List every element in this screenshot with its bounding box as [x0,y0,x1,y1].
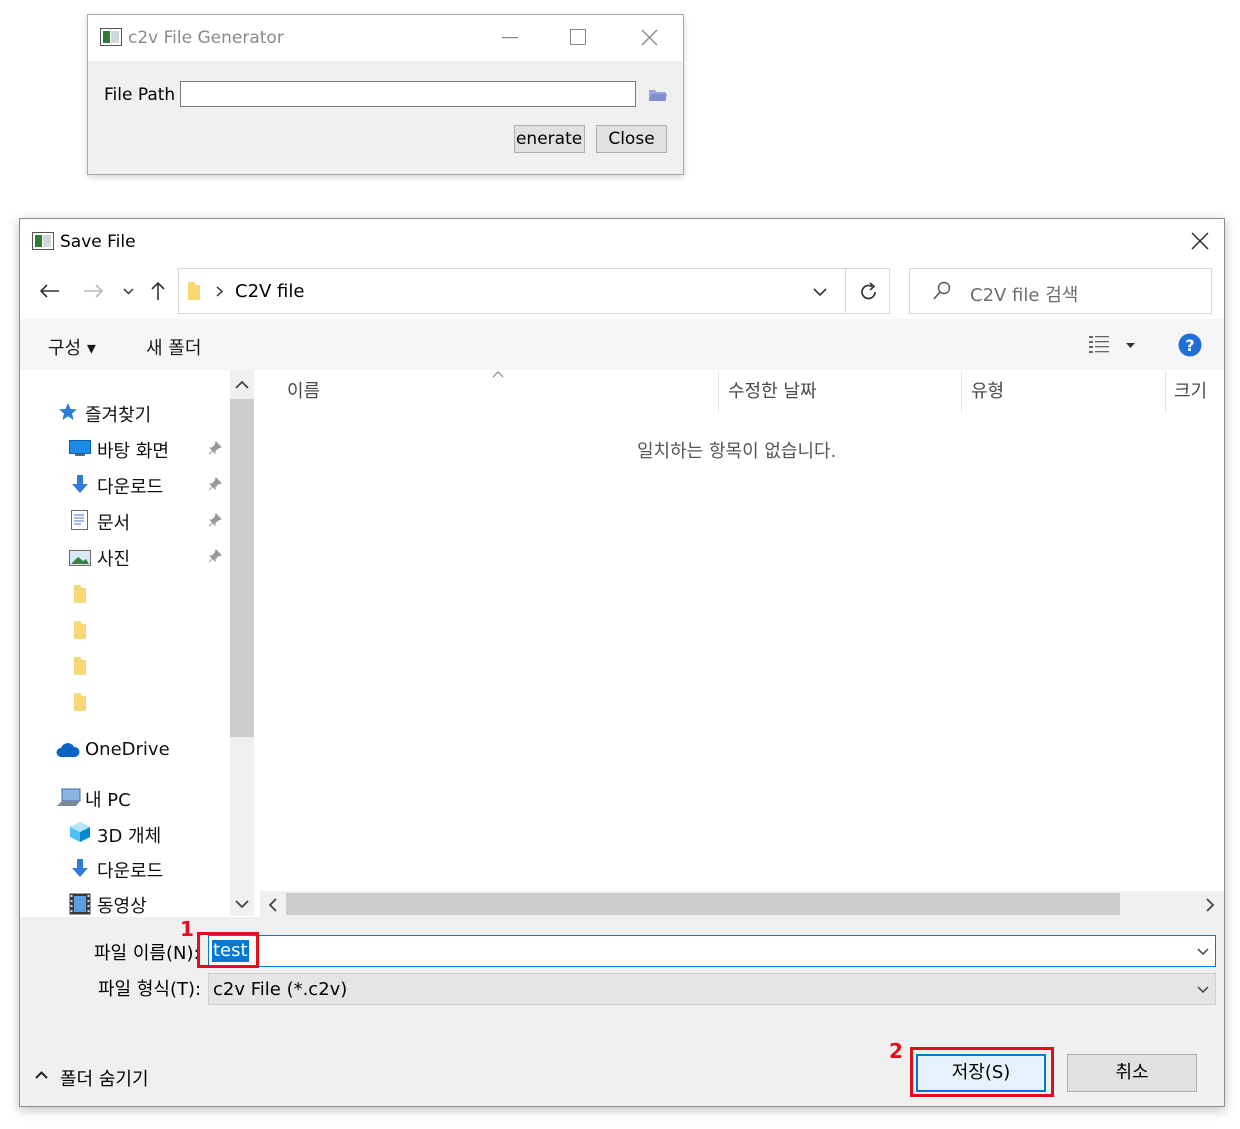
scroll-down-icon[interactable] [235,900,249,909]
pin-icon[interactable] [208,549,222,563]
svg-text:?: ? [1185,336,1194,355]
close-icon[interactable] [641,29,658,46]
desktop-icon [69,440,91,456]
folder-open-icon[interactable] [648,87,668,103]
dialog-title: Save File [60,232,136,252]
forward-arrow-icon[interactable] [83,283,105,299]
minimize-icon[interactable] [502,37,518,39]
onedrive-cloud-icon [56,742,80,758]
file-name-input[interactable]: test [208,935,1216,967]
nav-item-3d-objects[interactable]: 3D 개체 [97,822,161,848]
download-arrow-icon [71,474,89,494]
nav-this-pc[interactable]: 내 PC [85,786,131,812]
generator-titlebar: c2v File Generator [88,15,683,61]
computer-icon [56,788,82,808]
pin-icon[interactable] [208,477,222,491]
breadcrumb-chevron-icon [216,286,223,297]
nav-onedrive[interactable]: OneDrive [85,739,170,760]
star-icon [58,402,78,421]
folder-icon[interactable] [73,656,87,676]
maximize-icon[interactable] [570,29,586,45]
hscrollbar-thumb[interactable] [286,893,1120,915]
back-arrow-icon[interactable] [38,283,60,299]
file-name-dropdown-icon[interactable] [1197,948,1209,955]
folder-icon[interactable] [73,620,87,640]
window-title: c2v File Generator [128,28,284,48]
hide-folders-button[interactable]: 폴더 숨기기 [60,1065,149,1091]
annotation-box-filename [197,932,259,968]
annotation-number-2: 2 [889,1039,903,1063]
breadcrumb[interactable]: C2V file [235,281,304,302]
search-icon [932,281,952,301]
nav-item-documents[interactable]: 문서 [97,509,130,535]
nav-item-downloads-pc[interactable]: 다운로드 [97,857,163,883]
file-type-select[interactable]: c2v File (*.c2v) [208,973,1216,1005]
documents-icon [71,510,88,530]
pin-icon[interactable] [208,441,222,455]
sort-up-icon [492,371,504,378]
address-dropdown-icon[interactable] [813,288,827,297]
nav-item-pictures[interactable]: 사진 [97,545,130,571]
pictures-icon [69,550,91,566]
help-icon[interactable]: ? [1178,333,1202,357]
dialog-app-icon [32,232,54,250]
column-date-modified[interactable]: 수정한 날짜 [728,371,817,413]
search-box[interactable]: C2V file 검색 [909,268,1212,314]
column-type[interactable]: 유형 [971,371,1004,413]
dialog-close-icon[interactable] [1191,232,1209,250]
refresh-button[interactable] [846,268,890,314]
file-path-label: File Path [104,85,176,105]
annotation-number-1: 1 [180,917,194,941]
file-path-input[interactable] [180,81,636,107]
column-name[interactable]: 이름 [287,371,320,413]
pin-icon[interactable] [208,513,222,527]
nav-item-desktop[interactable]: 바탕 화면 [97,437,169,463]
file-type-label: 파일 형식(T): [98,979,202,1000]
view-options-icon[interactable] [1089,335,1111,353]
scroll-up-icon[interactable] [235,380,249,389]
view-dropdown-icon[interactable] [1126,343,1135,348]
generate-button[interactable]: Generate [514,125,585,153]
column-size[interactable]: 크기 [1174,371,1207,413]
close-button[interactable]: Close [596,125,667,153]
file-type-value: c2v File (*.c2v) [213,979,348,1000]
refresh-icon [860,282,878,302]
download-arrow-icon [71,858,89,878]
folder-icon [187,281,201,301]
scroll-left-icon[interactable] [268,898,277,912]
nav-item-downloads[interactable]: 다운로드 [97,473,163,499]
up-arrow-icon[interactable] [150,281,166,301]
scroll-right-icon[interactable] [1206,898,1215,912]
command-bar: 구성 ▾ 새 폴더 ? [20,319,1224,370]
navigation-pane: 즐겨찾기 바탕 화면 다운로드 문서 사진 OneDrive 내 PC 3D 개… [20,370,256,918]
nav-item-videos[interactable]: 동영상 [97,892,147,918]
hide-folders-chevron-icon[interactable] [35,1071,48,1079]
column-divider[interactable] [1165,371,1166,413]
file-type-dropdown-icon[interactable] [1197,986,1209,993]
save-file-dialog: Save File C2V file C2V file 검색 구성 ▾ 새 폴더… [19,218,1225,1107]
organize-menu[interactable]: 구성 ▾ [48,334,96,360]
empty-list-message: 일치하는 항목이 없습니다. [637,441,837,462]
app-icon [100,28,122,46]
folder-icon[interactable] [73,692,87,712]
cancel-button[interactable]: 취소 [1067,1054,1197,1092]
new-folder-button[interactable]: 새 폴더 [146,334,201,360]
search-placeholder: C2V file 검색 [970,285,1079,306]
3d-objects-icon [69,821,91,843]
annotation-box-save [910,1047,1054,1097]
recent-chevron-icon[interactable] [123,288,134,295]
address-bar[interactable]: C2V file [178,268,846,314]
column-divider[interactable] [961,371,962,413]
nav-quick-access[interactable]: 즐겨찾기 [85,401,151,427]
file-name-label: 파일 이름(N): [94,943,200,964]
folder-icon[interactable] [73,584,87,604]
generator-window: c2v File Generator File Path Generate Cl… [87,14,684,175]
nav-scrollbar-thumb[interactable] [230,399,254,737]
videos-icon [69,893,91,915]
column-divider[interactable] [718,371,719,413]
